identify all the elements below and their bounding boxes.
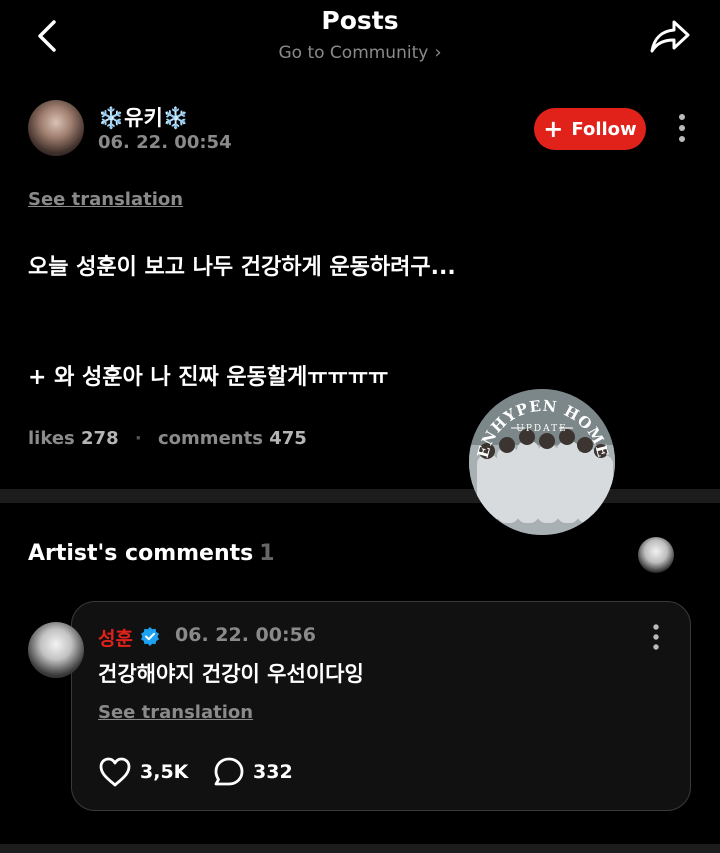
vertical-dots-icon <box>679 114 685 142</box>
comment-like-count: 3,5K <box>140 761 189 783</box>
comments-label[interactable]: comments <box>158 428 263 449</box>
stats-separator: · <box>134 428 142 449</box>
follow-button[interactable]: + Follow <box>534 108 646 150</box>
comment-like-button[interactable]: 3,5K <box>98 756 188 788</box>
comment-reply-button[interactable]: 332 <box>213 756 293 788</box>
comment-text: 건강해야지 건강이 우선이다잉 <box>98 662 364 686</box>
post-body-line: + 와 성훈아 나 진짜 운동할게ㅠㅠㅠㅠ <box>28 365 389 390</box>
speech-bubble-icon <box>214 757 244 786</box>
plus-icon: + <box>543 115 564 143</box>
post-stats: likes 278 · comments 475 <box>28 428 307 449</box>
author-avatar[interactable] <box>28 100 84 156</box>
likes-count: 278 <box>81 428 119 449</box>
artist-name[interactable]: 성훈 <box>98 624 133 651</box>
top-bar: Posts Go to Community › <box>0 0 720 80</box>
community-link-label: Go to Community <box>278 43 429 63</box>
section-divider <box>0 489 720 503</box>
artist-comments-count: 1 <box>259 541 275 566</box>
post-date: 06. 22. 00:54 <box>98 132 232 153</box>
vertical-dots-icon <box>653 624 659 650</box>
artist-comments-title: Artist's comments 1 <box>28 541 275 566</box>
comment-see-translation-link[interactable]: See translation <box>98 702 253 723</box>
page-title: Posts <box>321 6 399 35</box>
watermark-subtitle: UPDATE <box>516 424 567 434</box>
follow-label: Follow <box>571 118 637 140</box>
bottom-divider <box>0 844 720 853</box>
artist-comments-label: Artist's comments <box>28 541 254 566</box>
post-more-button[interactable] <box>668 112 696 146</box>
post-body-line: 오늘 성훈이 보고 나두 건강하게 운동하려구... <box>28 255 456 280</box>
comment-date: 06. 22. 00:56 <box>175 624 317 646</box>
artist-filter-avatar[interactable] <box>638 537 674 573</box>
heart-icon <box>99 757 131 787</box>
author-name[interactable]: ❄️유키❄️ <box>98 102 189 132</box>
chevron-right-icon: › <box>434 42 442 63</box>
watermark-logo: ENHYPEN HOME UPDATE <box>469 389 615 535</box>
artist-avatar[interactable] <box>28 622 84 678</box>
comment-reply-count: 332 <box>253 761 293 783</box>
go-to-community-link[interactable]: Go to Community › <box>0 42 720 63</box>
share-button[interactable] <box>648 16 692 56</box>
comment-more-button[interactable] <box>644 622 668 652</box>
see-translation-link[interactable]: See translation <box>28 189 183 210</box>
verified-check-icon <box>140 626 160 646</box>
likes-label: likes <box>28 428 75 449</box>
share-arrow-icon <box>650 20 690 53</box>
comments-count[interactable]: 475 <box>269 428 307 449</box>
